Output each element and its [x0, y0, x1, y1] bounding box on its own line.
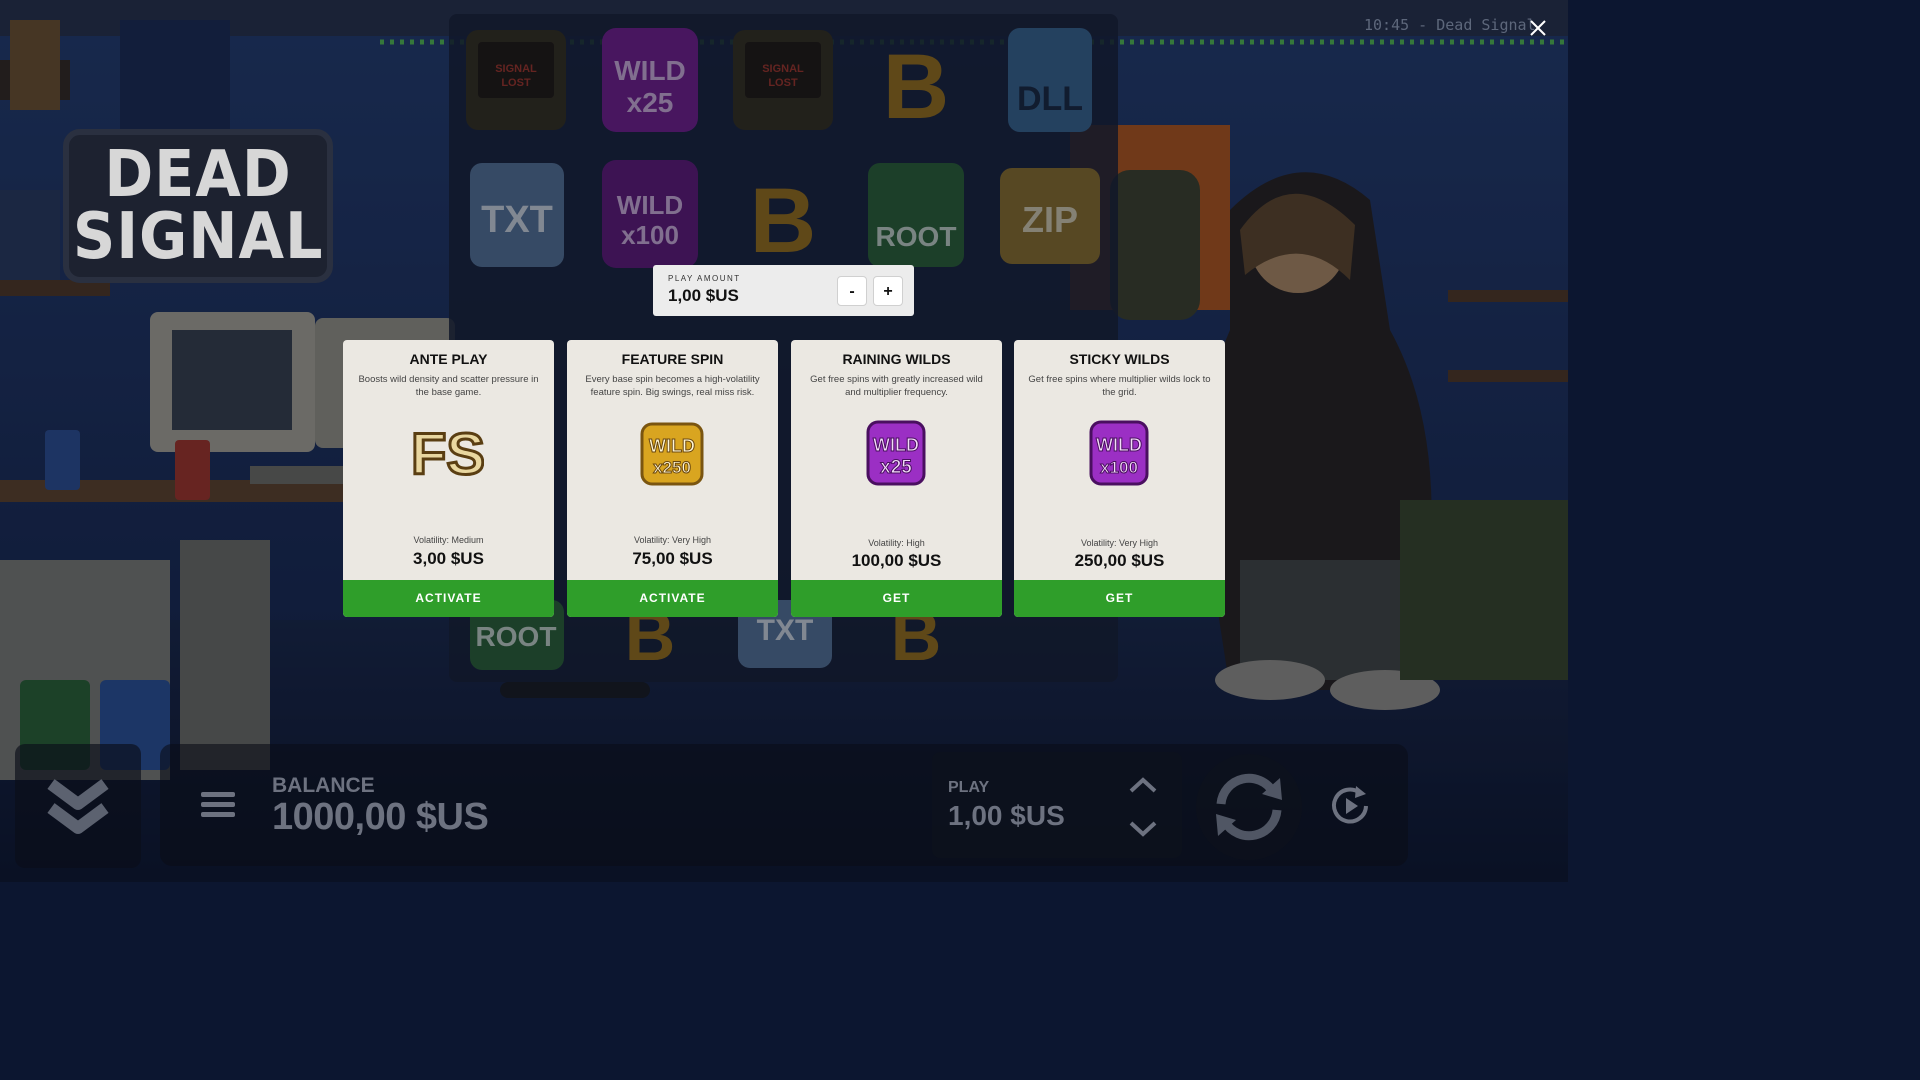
svg-text:x100: x100 — [1100, 458, 1138, 477]
logo-line-2: SIGNAL — [72, 200, 324, 274]
activate-ante-play-button[interactable]: ACTIVATE — [343, 580, 554, 617]
chevron-up-icon — [1129, 777, 1157, 793]
chevron-down-icon — [1129, 821, 1157, 837]
card-price: 250,00 $US — [1074, 551, 1165, 570]
feature-card-ante-play: ANTE PLAY Boosts wild density and scatte… — [343, 340, 554, 617]
play-amount-panel: PLAY AMOUNT 1,00 $US - + — [653, 265, 914, 316]
close-icon — [1530, 20, 1546, 36]
card-title: RAINING WILDS — [842, 351, 951, 367]
card-description: Every base spin becomes a high-volatilit… — [585, 374, 760, 398]
wild-x250-icon: WILD x250 — [640, 422, 704, 486]
close-button[interactable] — [1526, 16, 1550, 40]
logo-line-1: DEAD — [104, 138, 292, 212]
autoplay-icon — [1332, 786, 1368, 824]
card-description: Get free spins where multiplier wilds lo… — [1028, 374, 1211, 398]
spin-button[interactable] — [1196, 754, 1302, 860]
bet-label: PLAY — [948, 779, 990, 796]
play-amount-value: 1,00 $US — [668, 286, 739, 305]
increase-amount-button[interactable]: + — [873, 276, 903, 306]
clock-title: 10:45 - Dead Signal — [1364, 16, 1536, 34]
feature-card-raining-wilds: RAINING WILDS Get free spins with greatl… — [791, 340, 1002, 617]
card-description: Boosts wild density and scatter pressure… — [358, 374, 539, 398]
card-title: ANTE PLAY — [409, 351, 488, 367]
svg-text:x250: x250 — [653, 458, 691, 477]
svg-text:WILD: WILD — [873, 435, 919, 455]
wild-x100-icon: WILD x100 — [1089, 420, 1149, 486]
double-chevron-down-icon — [47, 779, 109, 834]
wild-x25-icon: WILD x25 — [866, 420, 926, 486]
play-amount-label: PLAY AMOUNT — [668, 274, 741, 283]
balance-value: 1000,00 $US — [272, 796, 489, 838]
svg-text:FS: FS — [412, 422, 484, 487]
balance-label: BALANCE — [272, 774, 375, 797]
card-price: 100,00 $US — [851, 551, 942, 570]
menu-button[interactable] — [200, 790, 236, 820]
activate-feature-spin-button[interactable]: ACTIVATE — [567, 580, 778, 617]
decrease-bet-button[interactable] — [1128, 818, 1158, 838]
card-volatility: Volatility: High — [868, 538, 925, 548]
get-raining-wilds-button[interactable]: GET — [791, 580, 1002, 617]
bet-value: 1,00 $US — [948, 800, 1065, 831]
feature-card-feature-spin: FEATURE SPIN Every base spin becomes a h… — [567, 340, 778, 617]
collapse-panel-button[interactable] — [15, 744, 141, 868]
spin-arrows-icon — [1216, 773, 1282, 841]
svg-text:WILD: WILD — [1096, 435, 1142, 455]
card-price: 75,00 $US — [632, 549, 713, 568]
feature-card-sticky-wilds: STICKY WILDS Get free spins where multip… — [1014, 340, 1225, 617]
game-logo: DEAD SIGNAL — [62, 128, 334, 284]
card-volatility: Volatility: Very High — [1080, 538, 1159, 548]
card-description: Get free spins with greatly increased wi… — [810, 374, 983, 398]
logo-text: DEAD SIGNAL — [72, 138, 324, 274]
free-spins-icon: FS — [412, 421, 484, 489]
card-title: STICKY WILDS — [1069, 351, 1170, 367]
card-volatility: Volatility: Very High — [633, 535, 712, 545]
card-title: FEATURE SPIN — [621, 351, 724, 367]
svg-text:x25: x25 — [880, 457, 912, 478]
autoplay-button[interactable] — [1326, 782, 1374, 830]
card-volatility: Volatility: Medium — [413, 535, 484, 545]
card-price: 3,00 $US — [413, 549, 484, 568]
increase-bet-button[interactable] — [1128, 776, 1158, 796]
get-sticky-wilds-button[interactable]: GET — [1014, 580, 1225, 617]
decrease-amount-button[interactable]: - — [837, 276, 867, 306]
hamburger-menu-icon — [201, 792, 235, 817]
svg-text:WILD: WILD — [649, 436, 695, 456]
